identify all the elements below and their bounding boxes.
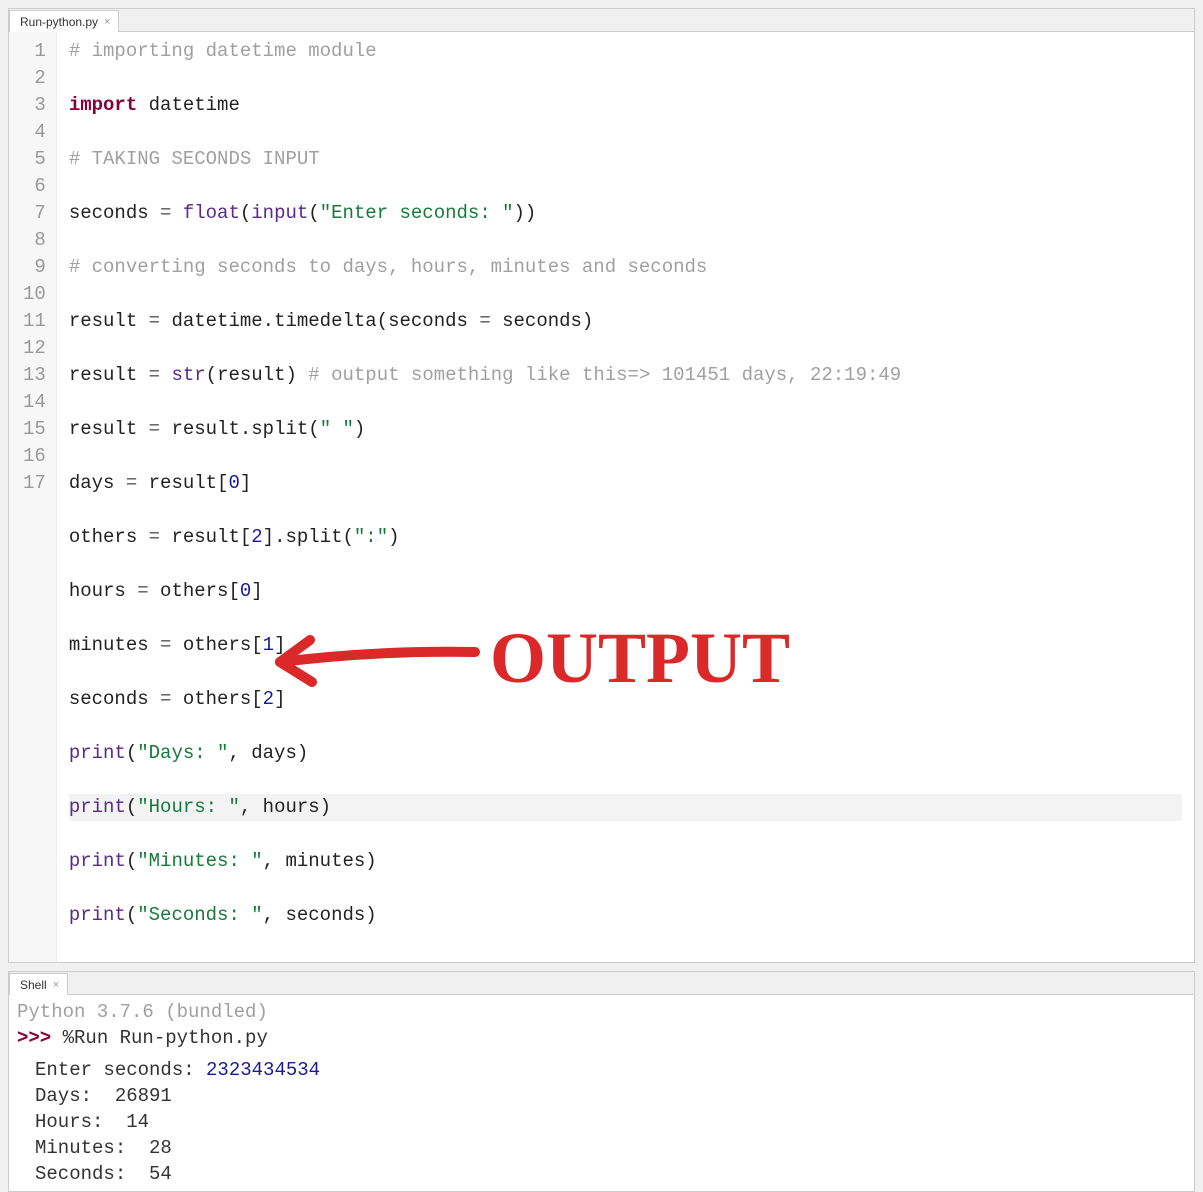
line-number: 6 bbox=[23, 173, 46, 200]
line-number: 13 bbox=[23, 362, 46, 389]
close-icon[interactable]: × bbox=[53, 979, 59, 991]
shell-line: Python 3.7.6 (bundled) bbox=[17, 999, 1186, 1025]
code-line[interactable]: hours = others[0] bbox=[69, 578, 1182, 605]
close-icon[interactable]: × bbox=[104, 16, 110, 28]
code-content[interactable]: # importing datetime module import datet… bbox=[57, 32, 1194, 962]
code-line[interactable]: result = result.split(" ") bbox=[69, 416, 1182, 443]
shell-line: >>> %Run Run-python.py bbox=[17, 1025, 1186, 1051]
code-line[interactable]: seconds = others[2] bbox=[69, 686, 1182, 713]
line-number: 5 bbox=[23, 146, 46, 173]
shell-line: Enter seconds: 2323434534 bbox=[17, 1057, 1186, 1083]
line-number: 8 bbox=[23, 227, 46, 254]
line-number: 17 bbox=[23, 470, 46, 497]
shell-tab[interactable]: Shell × bbox=[9, 973, 68, 995]
code-line[interactable]: import datetime bbox=[69, 92, 1182, 119]
code-line[interactable]: result = datetime.timedelta(seconds = se… bbox=[69, 308, 1182, 335]
shell-line: Days: 26891 bbox=[17, 1083, 1186, 1109]
line-gutter: 1234567891011121314151617 bbox=[9, 32, 57, 962]
shell-tab-bar: Shell × bbox=[9, 972, 1194, 995]
code-editor[interactable]: 1234567891011121314151617 # importing da… bbox=[9, 32, 1194, 962]
shell-line: Seconds: 54 bbox=[17, 1161, 1186, 1187]
code-line[interactable]: print("Days: ", days) bbox=[69, 740, 1182, 767]
line-number: 4 bbox=[23, 119, 46, 146]
line-number: 1 bbox=[23, 38, 46, 65]
line-number: 12 bbox=[23, 335, 46, 362]
shell-tab-label: Shell bbox=[20, 978, 47, 992]
code-line[interactable]: # TAKING SECONDS INPUT bbox=[69, 146, 1182, 173]
line-number: 16 bbox=[23, 443, 46, 470]
shell-line: Minutes: 28 bbox=[17, 1135, 1186, 1161]
code-line[interactable]: # converting seconds to days, hours, min… bbox=[69, 254, 1182, 281]
editor-tab-label: Run-python.py bbox=[20, 15, 98, 29]
shell-panel: Shell × Python 3.7.6 (bundled)>>> %Run R… bbox=[8, 971, 1195, 1192]
code-line[interactable]: others = result[2].split(":") bbox=[69, 524, 1182, 551]
code-line[interactable]: minutes = others[1] bbox=[69, 632, 1182, 659]
line-number: 9 bbox=[23, 254, 46, 281]
shell-output[interactable]: Python 3.7.6 (bundled)>>> %Run Run-pytho… bbox=[9, 995, 1194, 1191]
line-number: 10 bbox=[23, 281, 46, 308]
code-line[interactable]: result = str(result) # output something … bbox=[69, 362, 1182, 389]
code-line[interactable]: days = result[0] bbox=[69, 470, 1182, 497]
editor-tab-bar: Run-python.py × bbox=[9, 9, 1194, 32]
line-number: 3 bbox=[23, 92, 46, 119]
line-number: 11 bbox=[23, 308, 46, 335]
line-number: 15 bbox=[23, 416, 46, 443]
code-line[interactable]: # importing datetime module bbox=[69, 38, 1182, 65]
shell-line: Hours: 14 bbox=[17, 1109, 1186, 1135]
code-line[interactable]: print("Seconds: ", seconds) bbox=[69, 902, 1182, 929]
editor-tab[interactable]: Run-python.py × bbox=[9, 10, 119, 32]
line-number: 2 bbox=[23, 65, 46, 92]
code-line[interactable]: print("Minutes: ", minutes) bbox=[69, 848, 1182, 875]
line-number: 7 bbox=[23, 200, 46, 227]
editor-panel: Run-python.py × 123456789101112131415161… bbox=[8, 8, 1195, 963]
code-line[interactable]: print("Hours: ", hours) bbox=[69, 794, 1182, 821]
code-line[interactable]: seconds = float(input("Enter seconds: ")… bbox=[69, 200, 1182, 227]
line-number: 14 bbox=[23, 389, 46, 416]
